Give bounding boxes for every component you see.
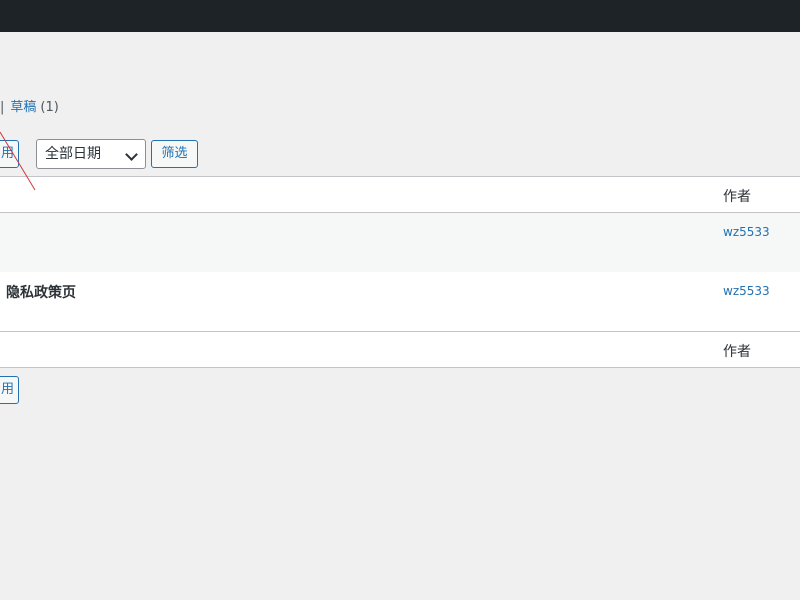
table-footer: 作者: [0, 331, 800, 367]
admin-bar: [0, 0, 800, 32]
column-header-author[interactable]: 作者: [723, 186, 751, 206]
column-footer-author[interactable]: 作者: [723, 341, 751, 361]
table-row: 隐私政策页 wz5533: [0, 272, 800, 331]
apply-bulk-action-button-top[interactable]: 用: [0, 140, 19, 168]
apply-bulk-action-button-bottom[interactable]: 用: [0, 376, 19, 404]
page-title-link[interactable]: 隐私政策页: [6, 282, 76, 302]
table-row: wz5533: [0, 213, 800, 272]
author-link[interactable]: wz5533: [723, 225, 770, 239]
status-link-drafts[interactable]: 草稿: [10, 100, 36, 115]
table-header: 作者: [0, 177, 800, 213]
chevron-down-icon: [125, 148, 138, 161]
status-filter-links: | 草稿 (1): [0, 96, 59, 115]
date-filter-select[interactable]: 全部日期: [36, 139, 146, 169]
author-link[interactable]: wz5533: [723, 284, 770, 298]
status-separator: |: [0, 100, 5, 115]
date-filter-value: 全部日期: [45, 146, 101, 162]
pages-table: 作者 wz5533 隐私政策页 wz5533 作者: [0, 176, 800, 368]
draft-count: (1): [40, 100, 59, 115]
filter-button[interactable]: 筛选: [151, 140, 198, 168]
